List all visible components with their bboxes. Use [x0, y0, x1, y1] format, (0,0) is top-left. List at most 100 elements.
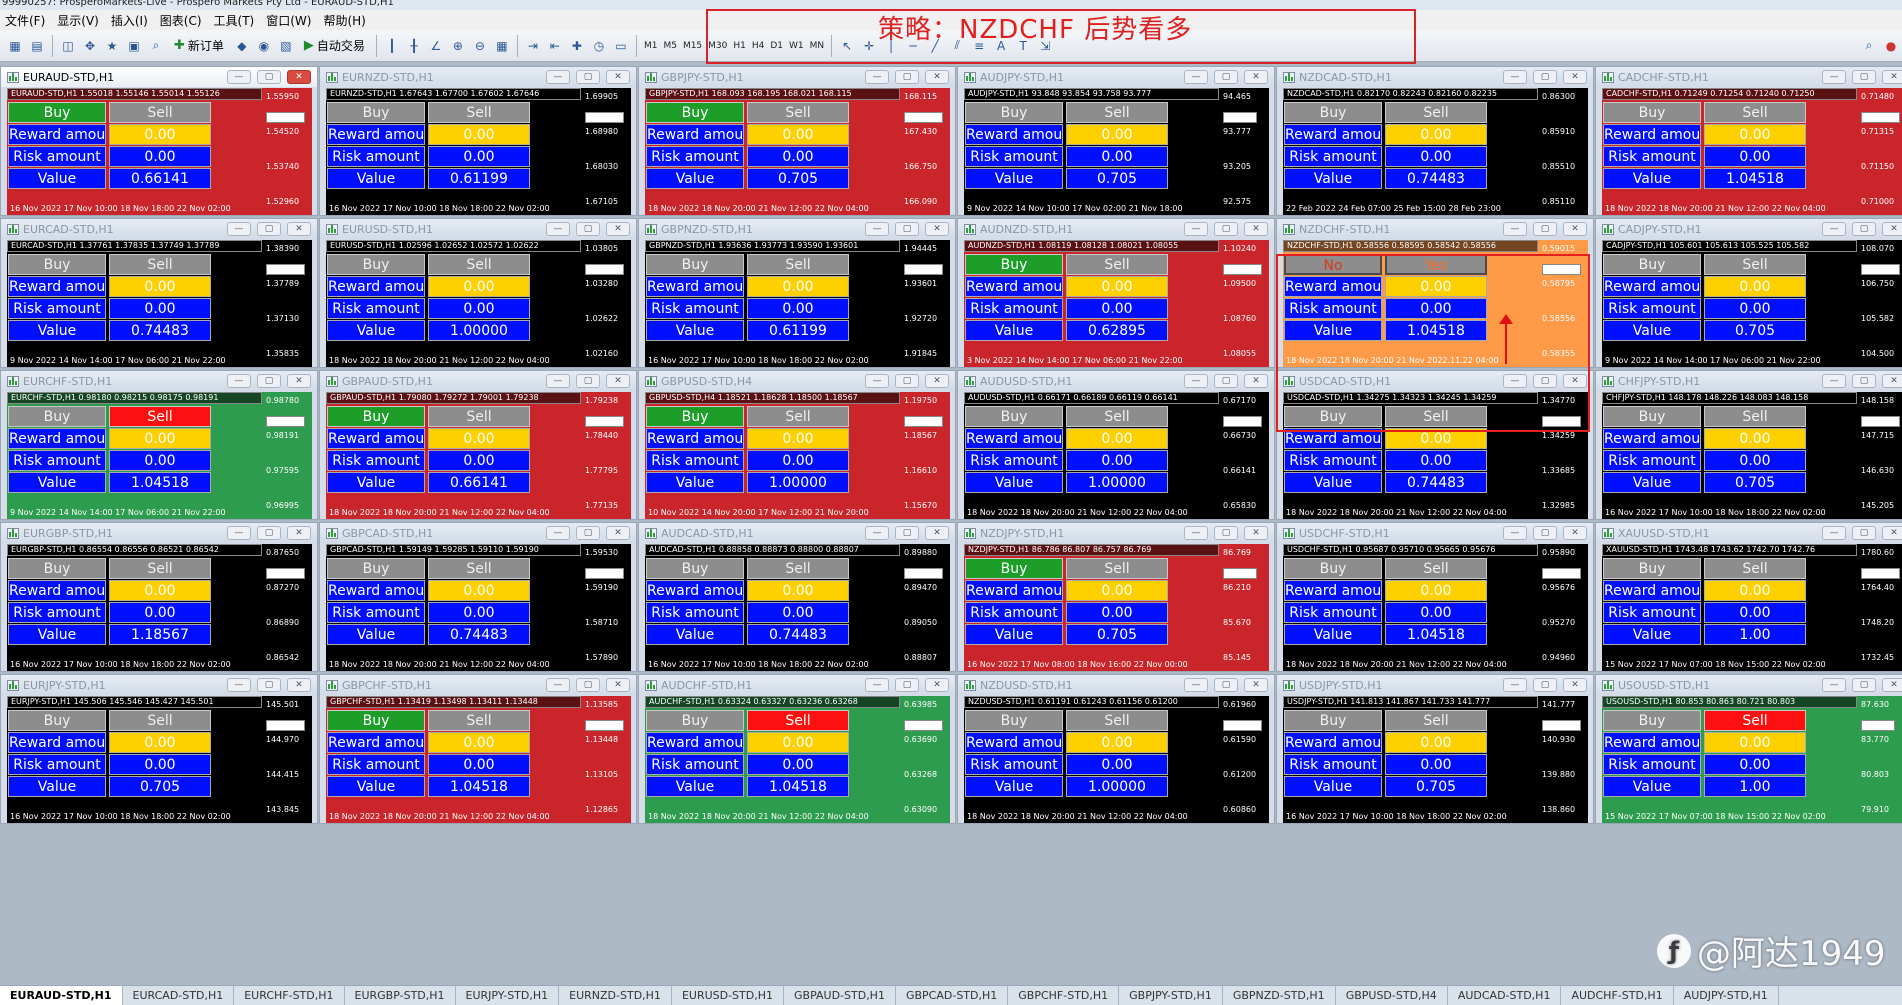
menu-item[interactable]: 文件(F)	[2, 12, 54, 29]
risk-value[interactable]: 0.00	[109, 298, 211, 319]
chart-window[interactable]: GBPCHF-STD,H1 — ▢ ✕ GBPCHF-STD,H1 1.13419 1.…	[319, 674, 637, 824]
chart-shift-icon[interactable]: ⇥	[524, 37, 542, 55]
minimize-button[interactable]: —	[1822, 678, 1846, 692]
sell-button[interactable]: Sell	[109, 558, 211, 579]
risk-value[interactable]: 0.00	[109, 754, 211, 775]
sell-button[interactable]: Sell	[109, 406, 211, 427]
close-button[interactable]: ✕	[606, 70, 630, 84]
sell-button[interactable]: Sell	[1066, 710, 1168, 731]
chart-tab[interactable]: GBPCAD-STD,H1	[896, 986, 1009, 1005]
chart-window[interactable]: AUDJPY-STD,H1 — ▢ ✕ AUDJPY-STD,H1 93.848 93.…	[957, 66, 1275, 216]
risk-value[interactable]: 0.00	[1385, 450, 1487, 471]
chart-window[interactable]: EURGBP-STD,H1 — ▢ ✕ EURGBP-STD,H1 0.86554 0.…	[0, 522, 318, 672]
menu-item[interactable]: 图表(C)	[157, 12, 211, 29]
sell-button[interactable]: Sell	[1066, 406, 1168, 427]
sell-button[interactable]: Sell	[747, 558, 849, 579]
chart-plot[interactable]: EURJPY-STD,H1 145.506 145.546 145.427 14…	[7, 696, 312, 823]
risk-value[interactable]: 0.00	[1066, 146, 1168, 167]
maximize-button[interactable]: ▢	[1533, 70, 1557, 84]
risk-value[interactable]: 0.00	[1066, 298, 1168, 319]
minimize-button[interactable]: —	[865, 678, 889, 692]
sell-button[interactable]: Sell	[1066, 558, 1168, 579]
chart-tab[interactable]: EURAUD-STD,H1	[0, 986, 123, 1005]
sell-button[interactable]: Sell	[747, 710, 849, 731]
maximize-button[interactable]: ▢	[1852, 678, 1876, 692]
reward-value[interactable]: 0.00	[1704, 124, 1806, 145]
sell-button[interactable]: Sell	[1385, 710, 1487, 731]
data-window-icon[interactable]: ✥	[81, 37, 99, 55]
buy-button[interactable]: Buy	[8, 406, 106, 427]
risk-value[interactable]: 0.00	[109, 602, 211, 623]
sell-button[interactable]: Sell	[747, 254, 849, 275]
maximize-button[interactable]: ▢	[1852, 70, 1876, 84]
chart-plot[interactable]: AUDNZD-STD,H1 1.08119 1.08128 1.08021 1.…	[964, 240, 1269, 367]
risk-value[interactable]: 0.00	[747, 146, 849, 167]
chart-window[interactable]: NZDUSD-STD,H1 — ▢ ✕ NZDUSD-STD,H1 0.61191 0.…	[957, 674, 1275, 824]
chart-window[interactable]: EURCAD-STD,H1 — ▢ ✕ EURCAD-STD,H1 1.37761 1.…	[0, 218, 318, 368]
risk-value[interactable]: 0.00	[1385, 754, 1487, 775]
risk-value[interactable]: 0.00	[1704, 450, 1806, 471]
maximize-button[interactable]: ▢	[257, 374, 281, 388]
line-chart-icon[interactable]: ∠	[427, 37, 445, 55]
buy-button[interactable]: Buy	[8, 710, 106, 731]
chart-window[interactable]: AUDUSD-STD,H1 — ▢ ✕ AUDUSD-STD,H1 0.66171 0.…	[957, 370, 1275, 520]
chart-plot[interactable]: NZDCAD-STD,H1 0.82170 0.82243 0.82160 0.…	[1283, 88, 1588, 215]
risk-value[interactable]: 0.00	[1385, 146, 1487, 167]
minimize-button[interactable]: —	[227, 526, 251, 540]
risk-value[interactable]: 0.00	[428, 146, 530, 167]
autoscroll-icon[interactable]: ⇤	[546, 37, 564, 55]
chart-plot[interactable]: EURGBP-STD,H1 0.86554 0.86556 0.86521 0.…	[7, 544, 312, 671]
reward-value[interactable]: 0.00	[1066, 276, 1168, 297]
close-button[interactable]: ✕	[925, 526, 949, 540]
reward-value[interactable]: 0.00	[747, 124, 849, 145]
close-button[interactable]: ✕	[287, 526, 311, 540]
sell-button[interactable]: Sell	[1704, 558, 1806, 579]
search-icon[interactable]: ⌕	[1860, 37, 1878, 55]
chart-window[interactable]: XAUUSD-STD,H1 — ▢ ✕ XAUUSD-STD,H1 1743.48 17…	[1595, 522, 1902, 672]
risk-value[interactable]: 0.00	[1385, 602, 1487, 623]
buy-button[interactable]: Buy	[1603, 558, 1701, 579]
maximize-button[interactable]: ▢	[576, 678, 600, 692]
profiles-icon[interactable]: ▤	[28, 37, 46, 55]
sell-button[interactable]: Sell	[1704, 102, 1806, 123]
buy-button[interactable]: Buy	[327, 406, 425, 427]
maximize-button[interactable]: ▢	[576, 70, 600, 84]
sell-button[interactable]: Sell	[428, 558, 530, 579]
reward-value[interactable]: 0.00	[109, 428, 211, 449]
reward-value[interactable]: 0.00	[1066, 124, 1168, 145]
reward-value[interactable]: 0.00	[747, 732, 849, 753]
sell-button[interactable]: Sell	[428, 254, 530, 275]
timeframe-button[interactable]: M15	[680, 41, 705, 51]
minimize-button[interactable]: —	[1822, 70, 1846, 84]
buy-button[interactable]: Buy	[327, 710, 425, 731]
maximize-button[interactable]: ▢	[1214, 374, 1238, 388]
buy-button[interactable]: Buy	[965, 254, 1063, 275]
sell-button[interactable]: Sell	[109, 254, 211, 275]
close-button[interactable]: ✕	[1563, 678, 1587, 692]
terminal-icon[interactable]: ▣	[125, 37, 143, 55]
close-button[interactable]: ✕	[1882, 678, 1902, 692]
chart-window[interactable]: EURJPY-STD,H1 — ▢ ✕ EURJPY-STD,H1 145.506 14…	[0, 674, 318, 824]
chart-window[interactable]: CADCHF-STD,H1 — ▢ ✕ CADCHF-STD,H1 0.71249 0.…	[1595, 66, 1902, 216]
navigator-icon[interactable]: ★	[103, 37, 121, 55]
buy-button[interactable]: Buy	[8, 102, 106, 123]
risk-value[interactable]: 0.00	[1066, 450, 1168, 471]
chart-tab[interactable]: AUDCHF-STD,H1	[1561, 986, 1674, 1005]
maximize-button[interactable]: ▢	[895, 70, 919, 84]
close-button[interactable]: ✕	[1563, 526, 1587, 540]
market-icon[interactable]: ▧	[277, 37, 295, 55]
sell-button[interactable]: Sell	[1066, 102, 1168, 123]
chart-plot[interactable]: CHFJPY-STD,H1 148.178 148.226 148.083 14…	[1602, 392, 1902, 519]
minimize-button[interactable]: —	[227, 70, 251, 84]
new-order-button[interactable]: ✚ 新订单	[170, 35, 228, 57]
minimize-button[interactable]: —	[1822, 222, 1846, 236]
buy-button[interactable]: Buy	[1284, 710, 1382, 731]
minimize-button[interactable]: —	[546, 222, 570, 236]
chart-tab[interactable]: GBPCHF-STD,H1	[1008, 986, 1120, 1005]
buy-button[interactable]: Buy	[646, 558, 744, 579]
chart-plot[interactable]: EURCAD-STD,H1 1.37761 1.37835 1.37749 1.…	[7, 240, 312, 367]
close-button[interactable]: ✕	[925, 374, 949, 388]
sell-button[interactable]: Sell	[428, 102, 530, 123]
close-button[interactable]: ✕	[606, 526, 630, 540]
risk-value[interactable]: 0.00	[428, 754, 530, 775]
